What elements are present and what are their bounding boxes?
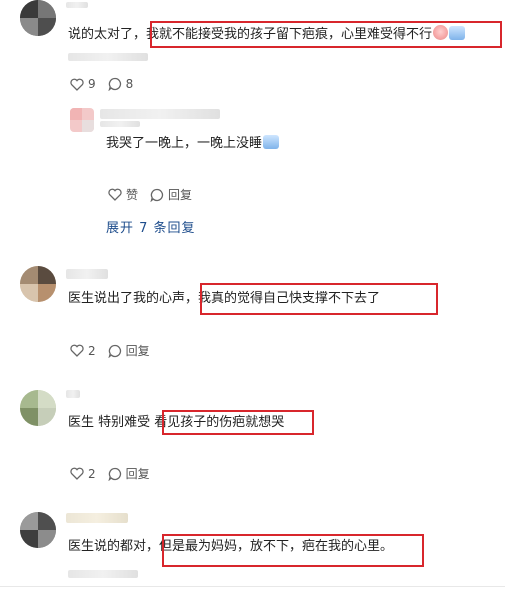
avatar[interactable] bbox=[70, 108, 94, 132]
avatar[interactable] bbox=[20, 0, 56, 36]
comment-meta-blurred bbox=[68, 570, 138, 578]
comment-meta-blurred bbox=[68, 53, 148, 61]
highlight-box bbox=[162, 534, 424, 567]
heart-icon bbox=[70, 344, 84, 357]
like-count: 2 bbox=[88, 466, 96, 481]
reply-label: 回复 bbox=[125, 467, 150, 481]
highlight-box bbox=[200, 283, 438, 315]
username-blurred[interactable] bbox=[66, 269, 108, 279]
sad-emoji-icon bbox=[263, 135, 280, 149]
comment-actions: 2 回复 bbox=[70, 465, 162, 482]
reply-button[interactable]: 8 bbox=[108, 77, 134, 91]
expand-replies-link[interactable]: 展开 7 条回复 bbox=[106, 217, 196, 236]
username-blurred[interactable] bbox=[100, 109, 220, 119]
avatar[interactable] bbox=[20, 512, 56, 548]
reply-button[interactable]: 回复 bbox=[108, 342, 150, 359]
comment-bubble-icon bbox=[108, 344, 121, 358]
reply-button[interactable]: 回复 bbox=[150, 186, 192, 203]
divider bbox=[0, 586, 505, 587]
like-button[interactable]: 2 bbox=[70, 467, 96, 481]
reply-count: 8 bbox=[125, 77, 134, 91]
reply-meta-blurred bbox=[100, 121, 140, 127]
reply-label: 回复 bbox=[125, 344, 150, 358]
reply-button[interactable]: 回复 bbox=[108, 465, 150, 482]
comment-bubble-icon bbox=[108, 77, 121, 91]
reply-text: 我哭了一晚上，一晚上没睡 bbox=[106, 135, 280, 153]
highlight-box bbox=[162, 410, 314, 435]
heart-icon bbox=[108, 188, 122, 201]
like-button[interactable]: 2 bbox=[70, 344, 96, 358]
heart-icon bbox=[70, 467, 84, 480]
avatar[interactable] bbox=[20, 390, 56, 426]
like-button[interactable]: 赞 bbox=[108, 186, 138, 203]
comment-bubble-icon bbox=[150, 188, 164, 202]
username-blurred[interactable] bbox=[66, 2, 88, 8]
like-count: 9 bbox=[88, 77, 96, 91]
heart-icon bbox=[70, 78, 84, 91]
reply-label: 回复 bbox=[168, 188, 193, 202]
reply-text-content: 我哭了一晚上，一晚上没睡 bbox=[106, 136, 263, 151]
username-blurred[interactable] bbox=[66, 513, 128, 523]
comment-text-before: 说的太对了， bbox=[68, 27, 147, 42]
avatar[interactable] bbox=[20, 266, 56, 302]
reply-actions: 赞 回复 bbox=[108, 186, 204, 203]
like-label: 赞 bbox=[126, 188, 139, 202]
highlight-box bbox=[150, 21, 502, 48]
comment-actions: 2 回复 bbox=[70, 342, 162, 359]
like-count: 2 bbox=[88, 343, 96, 358]
comment-text-before: 医生说的都对， bbox=[68, 539, 160, 554]
username-blurred[interactable] bbox=[66, 390, 80, 398]
comment-text-before: 医生 特别难受 bbox=[68, 415, 155, 430]
comment-actions: 9 8 bbox=[70, 77, 145, 91]
comment-bubble-icon bbox=[108, 467, 121, 481]
like-button[interactable]: 9 bbox=[70, 77, 96, 91]
comment-text-before: 医生说出了我的心声， bbox=[68, 291, 199, 306]
